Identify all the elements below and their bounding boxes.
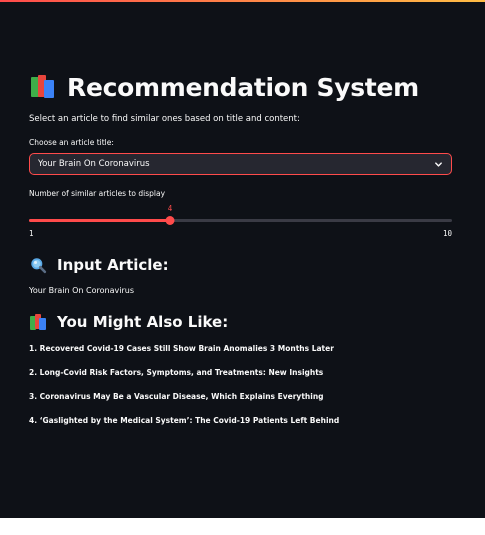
slider-min-label: 1: [29, 229, 34, 238]
slider-fill: [29, 219, 170, 222]
slider-max-label: 10: [442, 229, 452, 238]
input-article-heading: Input Article:: [29, 256, 452, 274]
article-select-label: Choose an article title:: [29, 138, 114, 147]
magnifier-icon: [29, 256, 47, 274]
article-select[interactable]: Your Brain On Coronavirus: [29, 153, 452, 175]
recommendation-list: 1. Recovered Covid-19 Cases Still Show B…: [29, 341, 452, 437]
recommendations-heading: You Might Also Like:: [29, 313, 452, 331]
page-title: Recommendation System: [67, 72, 419, 102]
books-icon: [29, 75, 55, 99]
recommendation-item: 1. Recovered Covid-19 Cases Still Show B…: [29, 344, 334, 353]
main-content: Recommendation System Select an article …: [29, 70, 452, 437]
slider-thumb[interactable]: [165, 216, 175, 225]
count-slider-label: Number of similar articles to display: [29, 189, 166, 198]
count-slider[interactable]: 4 1 10: [29, 202, 452, 238]
recommendation-item: 2. Long-Covid Risk Factors, Symptoms, an…: [29, 368, 324, 377]
books-icon: [29, 313, 47, 331]
top-decoration-bar: [0, 0, 485, 2]
slider-current-value: 4: [167, 204, 173, 213]
intro-text: Select an article to find similar ones b…: [29, 114, 300, 124]
recommendation-item: 4. ‘Gaslighted by the Medical System’: T…: [29, 416, 340, 425]
chevron-down-icon[interactable]: [433, 159, 443, 169]
page-title-row: Recommendation System: [29, 70, 452, 104]
input-article-heading-text: Input Article:: [57, 256, 169, 274]
article-select-value: Your Brain On Coronavirus: [38, 159, 150, 169]
input-article-title: Your Brain On Coronavirus: [29, 286, 134, 295]
app-window: Recommendation System Select an article …: [0, 0, 485, 518]
recommendations-heading-text: You Might Also Like:: [57, 313, 229, 331]
recommendation-item: 3. Coronavirus May Be a Vascular Disease…: [29, 392, 324, 401]
